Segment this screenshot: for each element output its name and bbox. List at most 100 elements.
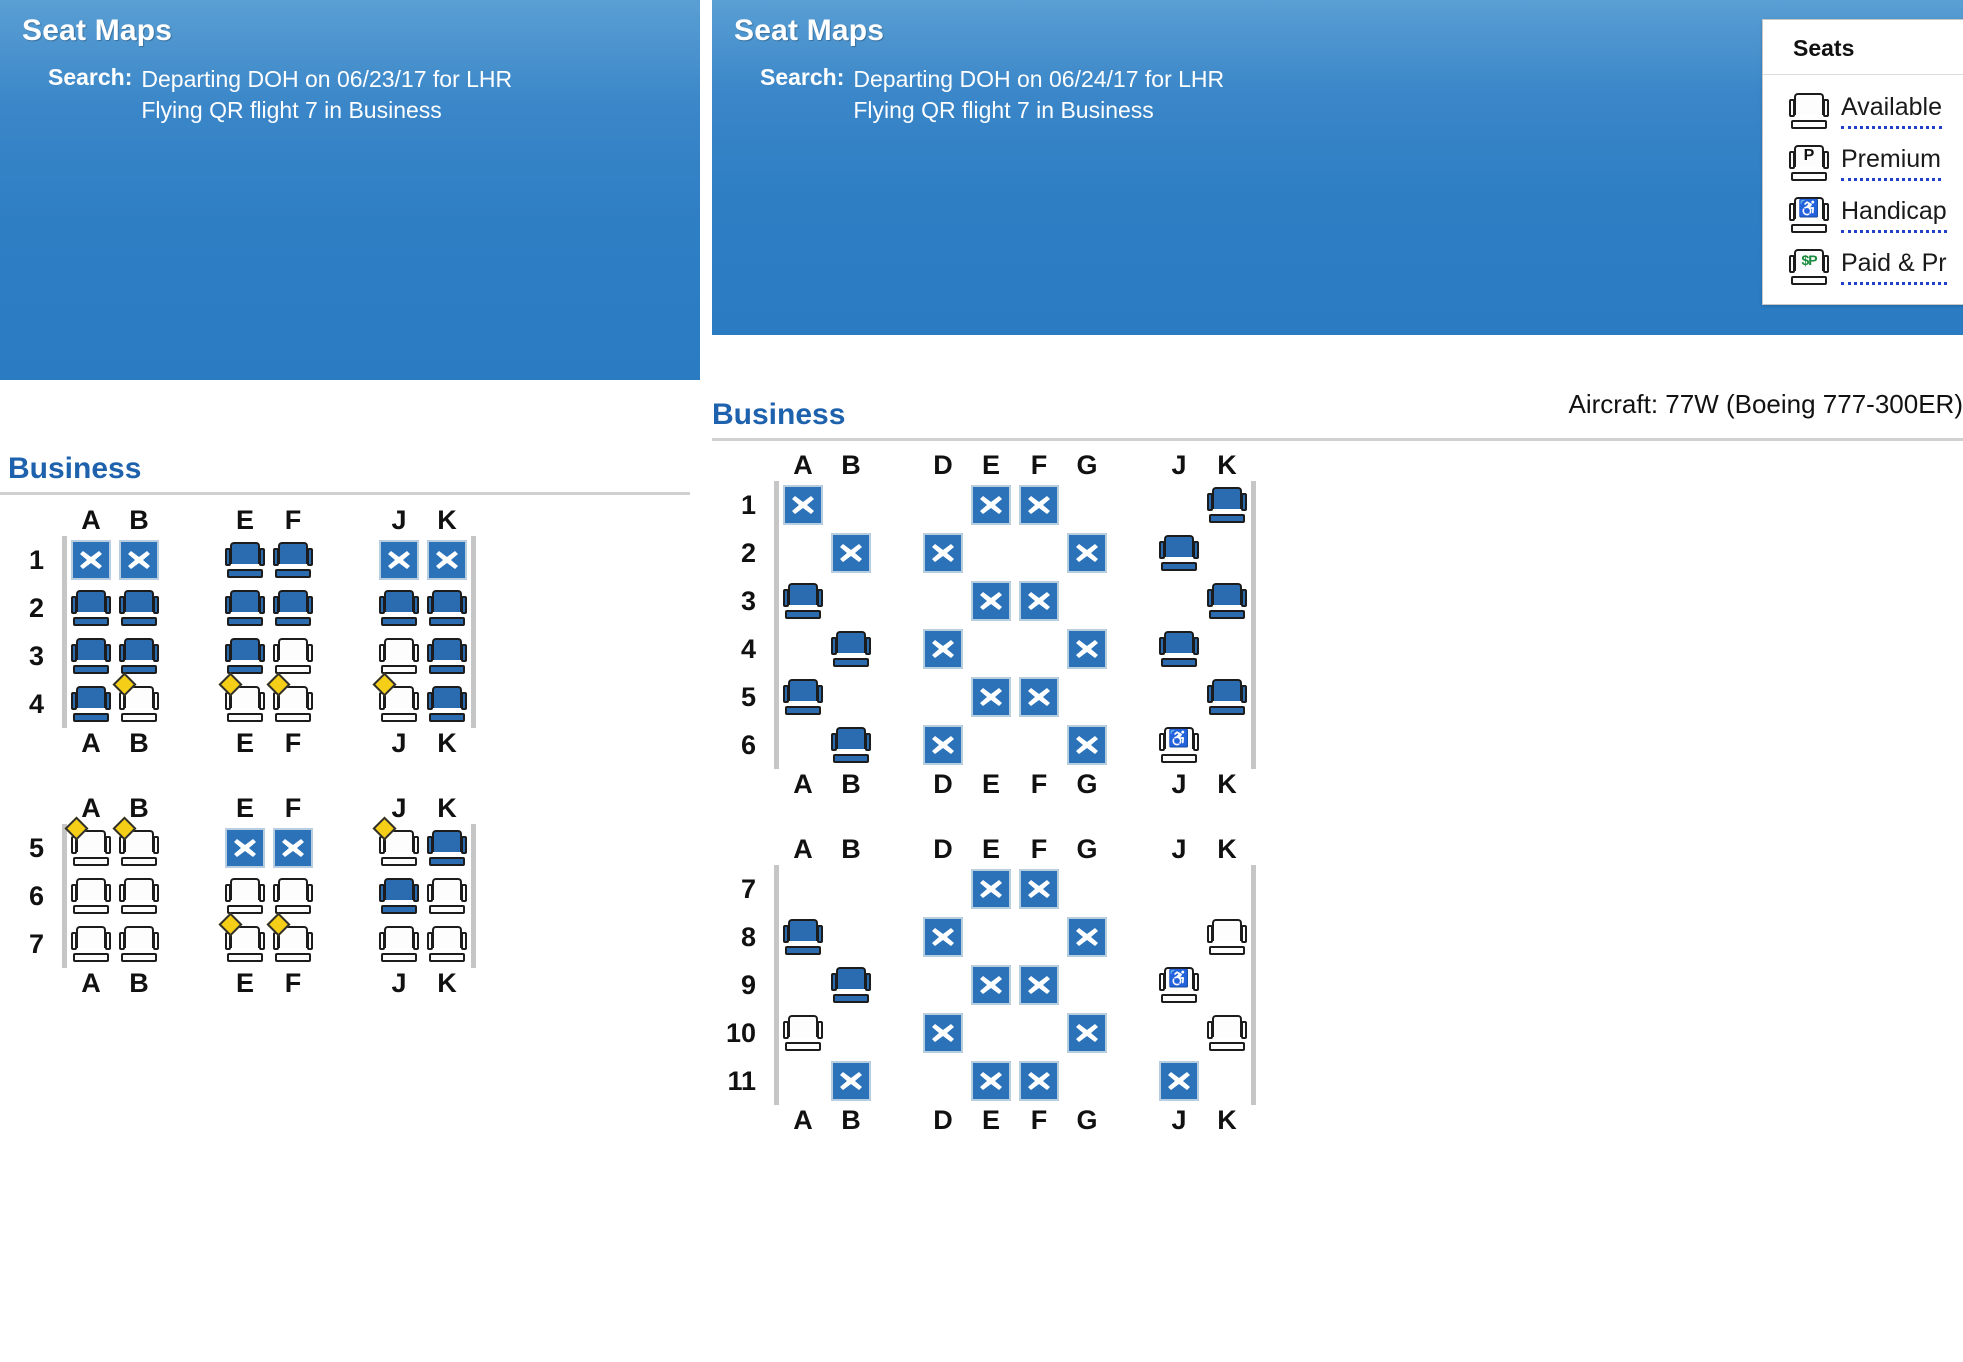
seat-available-icon[interactable] — [379, 926, 419, 962]
seat-premium-icon[interactable]: P — [1789, 145, 1829, 181]
seat-available-selected-icon[interactable] — [427, 686, 467, 722]
seat-cell[interactable] — [112, 672, 163, 728]
seat-available-icon[interactable] — [225, 878, 265, 914]
seat-premium-icon[interactable] — [266, 912, 313, 962]
seat-premium-icon[interactable] — [64, 816, 111, 866]
seat-cell[interactable] — [112, 816, 163, 872]
seat-cell[interactable] — [218, 912, 269, 968]
seat-available-selected-icon[interactable] — [831, 727, 871, 763]
seat-available-selected-icon[interactable] — [831, 631, 871, 667]
seat-available-selected-icon[interactable] — [71, 638, 111, 674]
seat-cell[interactable] — [64, 816, 115, 872]
seat-cell[interactable] — [266, 912, 317, 968]
seat-cell[interactable] — [423, 824, 471, 872]
seat-cell[interactable] — [67, 632, 115, 680]
seat-cell[interactable] — [779, 577, 827, 625]
seat-available-icon[interactable] — [119, 878, 159, 914]
seat-cell[interactable] — [827, 961, 875, 1009]
seat-handicap-icon[interactable]: ♿ — [1159, 727, 1199, 763]
seat-cell[interactable] — [423, 536, 471, 584]
seat-cell[interactable] — [919, 529, 967, 577]
seat-cell[interactable] — [967, 577, 1015, 625]
seat-cell[interactable] — [1063, 625, 1111, 673]
seat-available-selected-icon[interactable] — [783, 583, 823, 619]
seat-cell[interactable] — [1155, 529, 1203, 577]
seat-cell[interactable] — [67, 536, 115, 584]
seat-available-icon[interactable] — [1207, 919, 1247, 955]
seat-cell[interactable] — [115, 872, 163, 920]
seat-cell[interactable] — [1155, 625, 1203, 673]
seat-cell[interactable] — [919, 913, 967, 961]
legend-item-handicap[interactable]: ♿ Handicap — [1789, 189, 1963, 241]
seat-cell[interactable] — [1063, 913, 1111, 961]
seat-available-icon[interactable] — [119, 926, 159, 962]
seat-cell[interactable] — [1015, 481, 1063, 529]
seat-cell[interactable] — [1015, 961, 1063, 1009]
seat-cell[interactable] — [372, 672, 423, 728]
seat-cell[interactable] — [423, 632, 471, 680]
seat-cell[interactable] — [221, 536, 269, 584]
seat-cell[interactable] — [967, 961, 1015, 1009]
seat-cell[interactable] — [375, 584, 423, 632]
seat-available-selected-icon[interactable] — [225, 590, 265, 626]
seat-cell[interactable] — [423, 680, 471, 728]
seat-available-selected-icon[interactable] — [225, 542, 265, 578]
seat-cell[interactable] — [1063, 529, 1111, 577]
seat-cell[interactable] — [827, 721, 875, 769]
seat-cell[interactable] — [1155, 1057, 1203, 1105]
seat-cell[interactable] — [115, 536, 163, 584]
legend-item-premium[interactable]: P Premium — [1789, 137, 1963, 189]
seat-available-icon[interactable] — [273, 638, 313, 674]
seat-available-selected-icon[interactable] — [783, 919, 823, 955]
seat-cell[interactable] — [967, 865, 1015, 913]
seat-available-selected-icon[interactable] — [1207, 487, 1247, 523]
seat-available-icon[interactable] — [71, 926, 111, 962]
seat-cell[interactable] — [67, 584, 115, 632]
seat-cell[interactable] — [269, 536, 317, 584]
seat-available-selected-icon[interactable] — [225, 638, 265, 674]
seat-available-selected-icon[interactable] — [1159, 535, 1199, 571]
seat-available-icon[interactable] — [427, 878, 467, 914]
seat-cell[interactable] — [1015, 673, 1063, 721]
seat-cell[interactable] — [67, 920, 115, 968]
seat-available-icon[interactable] — [1207, 1015, 1247, 1051]
seat-cell[interactable] — [372, 816, 423, 872]
seat-cell[interactable] — [375, 536, 423, 584]
seat-cell[interactable] — [1015, 865, 1063, 913]
seat-premium-icon[interactable] — [218, 912, 265, 962]
seat-cell[interactable] — [67, 872, 115, 920]
seat-cell[interactable] — [1203, 673, 1251, 721]
seat-cell[interactable] — [1063, 1009, 1111, 1057]
legend-item-paid-pr[interactable]: $P Paid & Pr — [1789, 241, 1963, 293]
seat-premium-icon[interactable] — [372, 672, 419, 722]
seat-cell[interactable] — [827, 529, 875, 577]
seat-handicap-icon[interactable]: ♿ — [1789, 197, 1829, 233]
seat-cell[interactable] — [423, 584, 471, 632]
seat-premium-icon[interactable] — [112, 816, 159, 866]
seat-cell[interactable] — [1203, 1009, 1251, 1057]
seat-cell[interactable] — [375, 872, 423, 920]
seat-cell[interactable] — [423, 872, 471, 920]
seat-cell[interactable] — [1203, 481, 1251, 529]
seat-available-icon[interactable] — [273, 878, 313, 914]
seat-cell[interactable] — [221, 824, 269, 872]
seat-available-selected-icon[interactable] — [831, 967, 871, 1003]
seat-cell[interactable] — [1063, 721, 1111, 769]
seat-cell[interactable] — [919, 625, 967, 673]
seat-cell[interactable] — [779, 1009, 827, 1057]
seat-cell[interactable]: ♿ — [1155, 961, 1203, 1009]
seat-cell[interactable] — [827, 625, 875, 673]
legend-item-available[interactable]: Available — [1789, 85, 1963, 137]
seat-available-selected-icon[interactable] — [1207, 583, 1247, 619]
seat-cell[interactable] — [779, 913, 827, 961]
seat-available-selected-icon[interactable] — [379, 878, 419, 914]
seat-cell[interactable] — [269, 584, 317, 632]
seat-available-selected-icon[interactable] — [427, 638, 467, 674]
seat-cell[interactable] — [375, 920, 423, 968]
seat-cell[interactable] — [1203, 913, 1251, 961]
seat-cell[interactable] — [269, 824, 317, 872]
seat-cell[interactable] — [1015, 1057, 1063, 1105]
seat-available-selected-icon[interactable] — [427, 590, 467, 626]
seat-available-selected-icon[interactable] — [783, 679, 823, 715]
seat-available-selected-icon[interactable] — [119, 590, 159, 626]
